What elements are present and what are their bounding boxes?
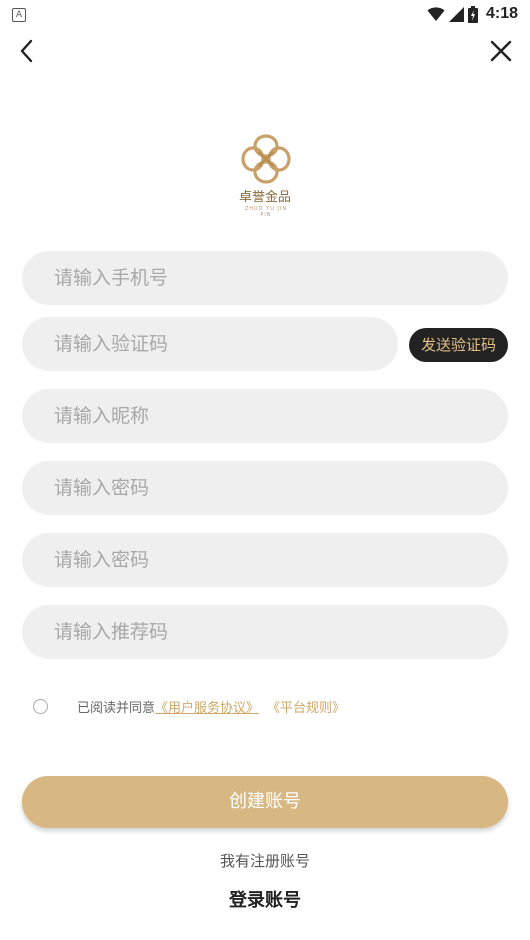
- user-agreement-link[interactable]: 《用户服务协议》: [155, 697, 259, 716]
- back-button[interactable]: [14, 34, 44, 68]
- brand-logo-icon: [241, 134, 291, 184]
- nickname-input[interactable]: [52, 388, 508, 444]
- nickname-field[interactable]: [22, 388, 508, 444]
- login-link[interactable]: 登录账号: [0, 886, 530, 912]
- brand-subtitle: ZHUO YU JIN PIN: [244, 206, 288, 218]
- confirm-password-input[interactable]: [52, 532, 508, 588]
- verification-code-input[interactable]: [52, 316, 398, 372]
- battery-charging-icon: [467, 5, 478, 23]
- create-account-button[interactable]: 创建账号: [22, 776, 508, 828]
- cell-signal-icon: [448, 6, 464, 22]
- password-field[interactable]: [22, 460, 508, 516]
- agreement-checkbox[interactable]: [33, 698, 48, 714]
- referral-code-field[interactable]: [22, 604, 508, 660]
- agreement-prefix: 已阅读并同意: [77, 700, 156, 716]
- brand-name: 卓誉金品: [238, 190, 291, 205]
- status-bar: A 4:18: [0, 0, 530, 30]
- have-account-text: 我有注册账号: [219, 852, 310, 870]
- phone-field[interactable]: [22, 250, 508, 306]
- chevron-left-icon: [20, 39, 33, 63]
- wifi-icon: [427, 7, 445, 21]
- clock: 4:18: [485, 5, 518, 22]
- close-icon: [490, 40, 512, 62]
- referral-code-input[interactable]: [52, 604, 508, 660]
- status-icons: 4:18: [427, 4, 518, 24]
- send-code-button[interactable]: 发送验证码: [409, 328, 508, 362]
- verification-code-field[interactable]: [22, 316, 398, 372]
- platform-rules-link[interactable]: 《平台规则》: [267, 697, 345, 716]
- app-notification-icon: A: [12, 8, 26, 22]
- phone-input[interactable]: [52, 250, 508, 306]
- password-input[interactable]: [52, 460, 508, 516]
- confirm-password-field[interactable]: [22, 532, 508, 588]
- close-button[interactable]: [486, 34, 516, 68]
- agreement-row: 已阅读并同意 《用户服务协议》 《平台规则》: [33, 695, 345, 717]
